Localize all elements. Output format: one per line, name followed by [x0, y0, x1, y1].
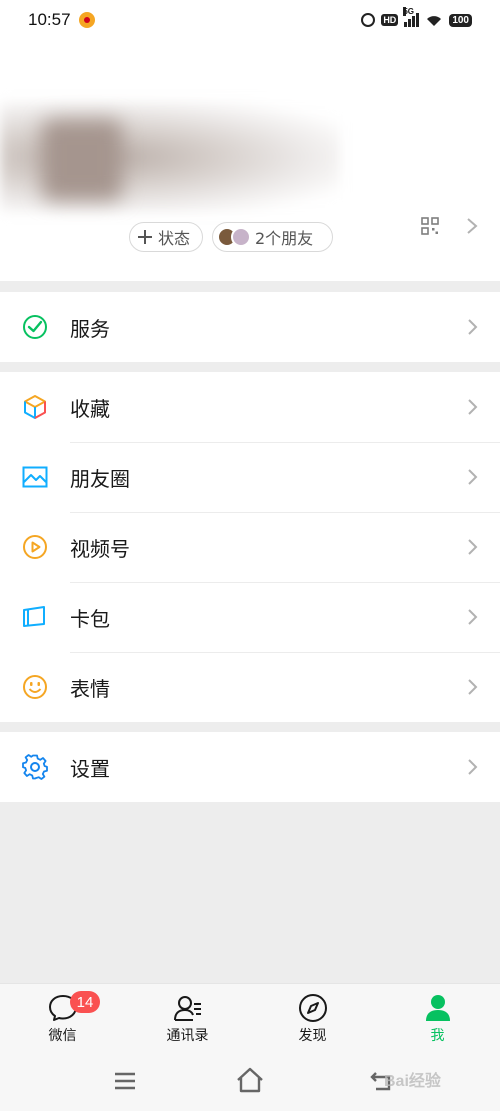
tab-discover[interactable]: 发现 [250, 984, 375, 1053]
menu-item-label: 卡包 [70, 606, 110, 631]
hd-badge: HD [381, 14, 399, 26]
chevron-right-icon [468, 609, 478, 625]
menu-item-channels[interactable]: 视频号 [0, 512, 500, 582]
status-indicators: HD 5G 100 [361, 7, 472, 27]
menu-item-card-wallet[interactable]: 卡包 [0, 582, 500, 652]
moments-picture-icon [22, 466, 48, 488]
cellular-signal-icon: 5G [403, 7, 420, 27]
channels-play-icon [23, 535, 47, 559]
home-icon[interactable] [236, 1067, 264, 1093]
plus-icon [138, 230, 152, 244]
sticker-smile-icon [23, 675, 47, 699]
recent-apps-icon[interactable] [114, 1072, 136, 1090]
chevron-right-icon [468, 319, 478, 335]
tab-label: 我 [430, 1028, 445, 1044]
friends-chip-label: 2个朋友 [255, 229, 314, 248]
service-check-icon [23, 315, 47, 339]
tab-label: 通讯录 [166, 1028, 209, 1044]
menu-item-favorites[interactable]: 收藏 [0, 372, 500, 442]
status-chip-label: 状态 [158, 229, 191, 248]
watermark: Bai经验 [384, 1073, 441, 1090]
menu-group-main: 收藏 朋友圈 视频号 卡包 表情 [0, 372, 500, 722]
contacts-icon [173, 996, 201, 1021]
menu-item-label: 设置 [70, 756, 110, 781]
wifi-icon [427, 16, 442, 26]
chevron-right-icon[interactable] [466, 217, 478, 235]
status-bar: 10:57 HD 5G 100 [0, 0, 500, 40]
chevron-right-icon [468, 399, 478, 415]
menu-item-stickers[interactable]: 表情 [0, 652, 500, 722]
avatar[interactable] [42, 120, 122, 200]
favorites-cube-icon [24, 395, 46, 419]
menu-group-service: 服务 [0, 292, 500, 362]
menu-group-settings: 设置 [0, 732, 500, 802]
menu-item-label: 视频号 [70, 536, 130, 561]
tab-contacts[interactable]: 通讯录 [125, 984, 250, 1053]
friend-avatar [231, 227, 251, 247]
unread-badge: 14 [70, 991, 100, 1013]
weibo-notification-icon [78, 12, 95, 28]
alarm-icon [361, 13, 376, 27]
status-chip[interactable]: 状态 [129, 222, 203, 252]
battery-indicator: 100 [449, 13, 472, 27]
chevron-right-icon [468, 539, 478, 555]
tab-label: 发现 [298, 1028, 327, 1044]
compass-icon [298, 994, 327, 1022]
chevron-right-icon [468, 469, 478, 485]
bottom-tab-bar: 14 微信 通讯录 发现 我 [0, 983, 500, 1053]
menu-item-settings[interactable]: 设置 [0, 732, 500, 802]
menu-item-service[interactable]: 服务 [0, 292, 500, 362]
person-icon [425, 995, 450, 1021]
signal-label: 5G [403, 7, 414, 16]
menu-item-moments[interactable]: 朋友圈 [0, 442, 500, 512]
friends-chip[interactable]: 2个朋友 [212, 222, 333, 252]
menu-item-label: 服务 [70, 316, 110, 341]
tab-me[interactable]: 我 [375, 984, 500, 1053]
card-wallet-icon [23, 606, 45, 627]
menu-item-label: 收藏 [70, 396, 110, 421]
chevron-right-icon [468, 759, 478, 775]
tab-chats[interactable]: 14 微信 [0, 984, 125, 1053]
tab-label: 微信 [48, 1028, 77, 1044]
settings-gear-icon [22, 754, 48, 780]
chevron-right-icon [468, 679, 478, 695]
menu-item-label: 表情 [70, 676, 110, 701]
qr-code-icon[interactable] [421, 217, 439, 235]
profile-header[interactable]: 状态 2个朋友 [0, 40, 500, 281]
menu-item-label: 朋友圈 [70, 466, 130, 491]
status-time: 10:57 [28, 10, 71, 29]
